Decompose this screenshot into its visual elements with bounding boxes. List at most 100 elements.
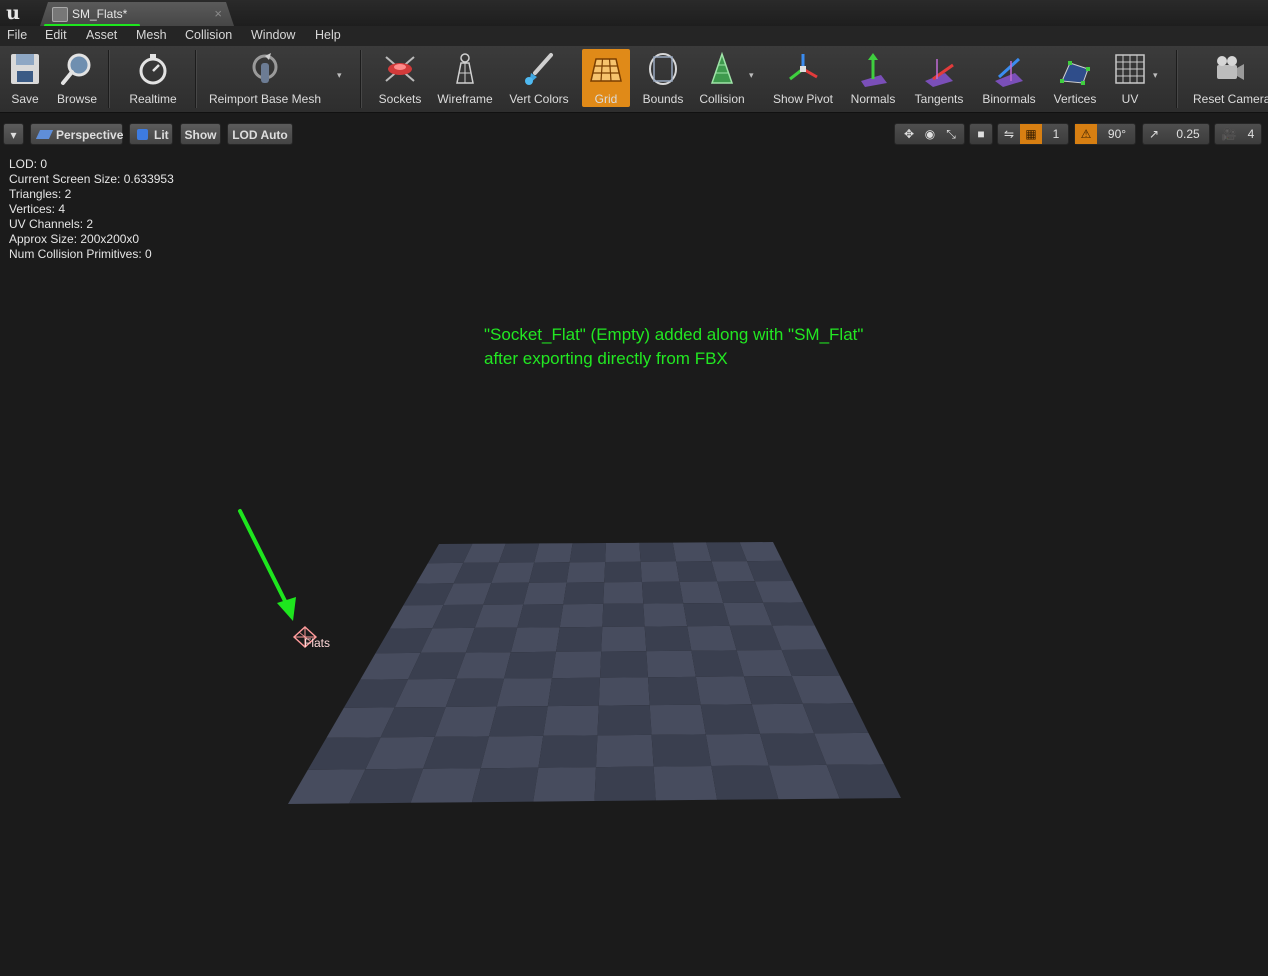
annotation-line-1: "Socket_Flat" (Empty) added along with "… (484, 325, 864, 344)
menu-asset[interactable]: Asset (86, 28, 117, 42)
lod-auto-button[interactable]: LOD Auto (227, 123, 293, 145)
sockets-button[interactable]: Sockets (375, 49, 425, 107)
reimport-base-mesh-button[interactable]: Reimport Base Mesh (206, 49, 324, 107)
plane-tile (594, 766, 656, 801)
grid-button[interactable]: Grid (582, 49, 630, 107)
menu-bar: File Edit Asset Mesh Collision Window He… (0, 26, 1268, 46)
mesh-plane (288, 542, 901, 804)
collision-dropdown-icon[interactable]: ▾ (749, 70, 754, 81)
camera-speed-group[interactable]: 🎥 4 (1214, 123, 1262, 145)
plane-tile (602, 603, 645, 627)
toolbar: Save Browse Realtime Reimport Base Mesh … (0, 46, 1268, 113)
plane-tile (640, 561, 680, 582)
viewport[interactable]: ▾ Perspective Lit Show LOD Auto ✥ ◉ ⤡ ■ … (0, 113, 1268, 976)
perspective-button[interactable]: Perspective (30, 123, 123, 145)
plane-tile (566, 562, 606, 583)
coordinate-space-button[interactable]: ■ (969, 123, 993, 145)
plane-tile (504, 651, 556, 679)
scale-snap-value[interactable]: 0.25 (1167, 124, 1209, 144)
plane-tile (596, 734, 654, 768)
plane-tile (603, 582, 644, 604)
tangents-icon (925, 59, 954, 87)
toolbar-separator (195, 50, 196, 108)
rotate-icon[interactable]: ◉ (920, 124, 940, 144)
camera-speed-value: 4 (1247, 127, 1255, 141)
camera-icon (1217, 56, 1244, 80)
stat-lod: LOD: 0 (9, 157, 48, 171)
vert-colors-button[interactable]: Vert Colors (506, 49, 572, 107)
plane-tile (547, 677, 600, 707)
tangents-button[interactable]: Tangents (910, 49, 968, 107)
menu-collision[interactable]: Collision (185, 28, 232, 42)
translate-icon[interactable]: ✥ (899, 124, 919, 144)
rotation-snap-icon[interactable]: ⚠ (1075, 124, 1097, 144)
chevron-down-icon: ▾ (10, 128, 17, 142)
plane-tile (517, 604, 564, 628)
bounds-icon (649, 53, 677, 85)
toolbar-separator (108, 50, 109, 108)
show-button[interactable]: Show (180, 123, 221, 145)
menu-help[interactable]: Help (315, 28, 341, 42)
sockets-icon (385, 56, 415, 82)
plane-tile (597, 705, 652, 736)
toolbar-separator (1176, 50, 1177, 108)
plane-tile (791, 675, 854, 704)
grid-snap-icon[interactable]: ▦ (1020, 124, 1042, 144)
plane-tile (802, 703, 869, 734)
reset-camera-button[interactable]: Reset Camera (1190, 49, 1268, 107)
menu-file[interactable]: File (7, 28, 27, 42)
menu-mesh[interactable]: Mesh (136, 28, 167, 42)
normals-button[interactable]: Normals (848, 49, 898, 107)
lit-button[interactable]: Lit (129, 123, 173, 145)
plane-tile (489, 706, 548, 737)
magnifier-icon (61, 53, 91, 85)
show-label: Show (184, 128, 217, 142)
browse-button[interactable]: Browse (52, 49, 102, 107)
rotation-snap-value[interactable]: 90° (1099, 124, 1135, 144)
plane-tile (676, 561, 718, 582)
plane-tile (639, 542, 677, 562)
tab-sm-flats[interactable]: SM_Flats* × (40, 2, 234, 26)
vertices-button[interactable]: Vertices (1048, 49, 1102, 107)
plane-tile (523, 582, 567, 605)
lit-label: Lit (154, 128, 169, 142)
plane-tile (480, 735, 544, 769)
save-button[interactable]: Save (2, 49, 48, 107)
stat-triangles: Triangles: 2 (9, 187, 72, 201)
show-pivot-button[interactable]: Show Pivot (770, 49, 836, 107)
plane-tile (510, 627, 560, 653)
grid-snap-value[interactable]: 1 (1044, 124, 1068, 144)
plane-tile (700, 704, 760, 735)
normals-icon (861, 53, 887, 87)
perspective-cube-icon (35, 130, 54, 139)
viewport-options-dropdown[interactable]: ▾ (3, 123, 24, 145)
bounds-button[interactable]: Bounds (638, 49, 688, 107)
reimport-dropdown-icon[interactable]: ▾ (337, 70, 342, 81)
scale-snap-group: ↗ 0.25 (1142, 123, 1210, 145)
wireframe-button[interactable]: Wireframe (434, 49, 496, 107)
plane-tile (534, 543, 573, 563)
uv-dropdown-icon[interactable]: ▾ (1153, 70, 1158, 81)
surface-snap-icon[interactable]: ⇋ (999, 124, 1019, 144)
binormals-button[interactable]: Binormals (978, 49, 1040, 107)
plane-tile (498, 543, 540, 563)
collision-button[interactable]: Collision (694, 49, 750, 107)
close-tab-icon[interactable]: × (214, 6, 222, 21)
lit-sphere-icon (137, 129, 148, 140)
realtime-button[interactable]: Realtime (122, 49, 184, 107)
menu-edit[interactable]: Edit (45, 28, 67, 42)
scale-icon[interactable]: ⤡ (941, 124, 961, 144)
plane-tile (826, 764, 901, 799)
plane-tile (533, 767, 596, 802)
transform-tools: ✥ ◉ ⤡ (894, 123, 965, 145)
menu-window[interactable]: Window (251, 28, 295, 42)
viewport-scene (238, 509, 901, 804)
scale-snap-icon[interactable]: ↗ (1143, 124, 1165, 144)
stat-screen-size: Current Screen Size: 0.633953 (9, 172, 174, 186)
plane-tile (563, 582, 605, 605)
plane-tile (643, 603, 688, 627)
plane-tile (538, 735, 598, 768)
stopwatch-icon (139, 54, 167, 85)
uv-button[interactable]: UV (1108, 49, 1152, 107)
plane-tile (552, 651, 602, 679)
